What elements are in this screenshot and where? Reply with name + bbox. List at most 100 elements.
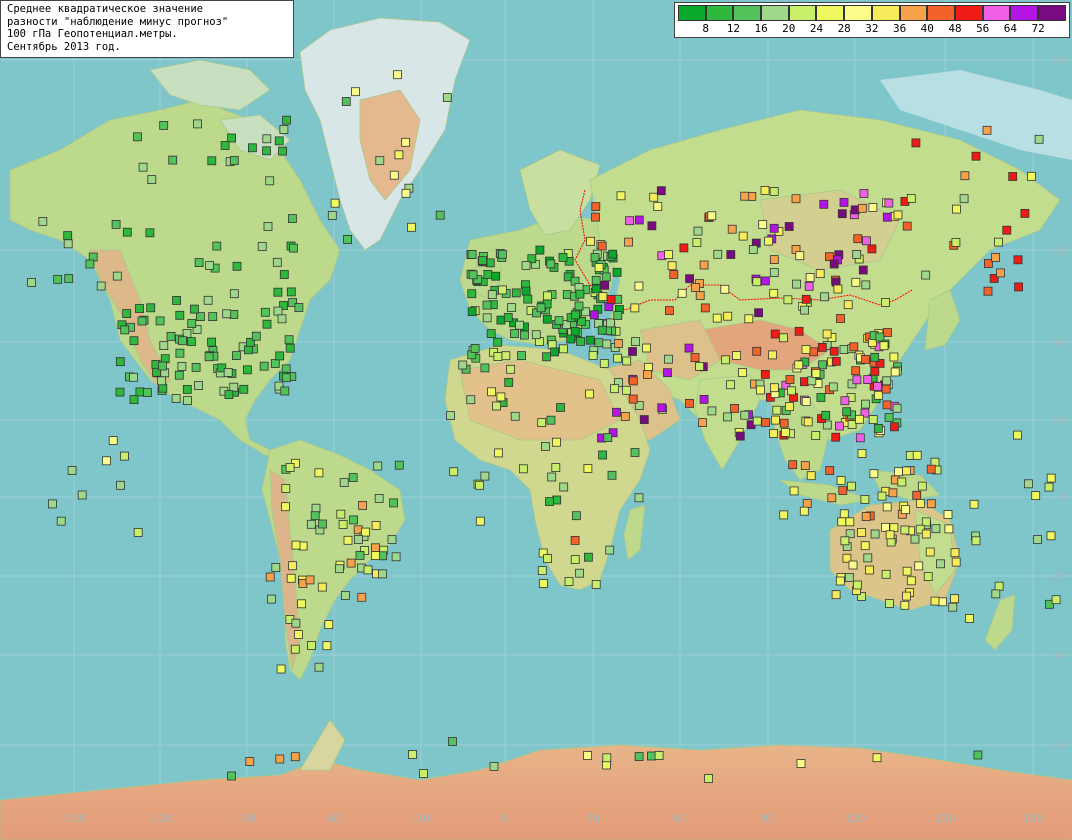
- station-marker: [819, 199, 829, 209]
- station-marker: [634, 215, 644, 225]
- station-marker: [227, 771, 237, 781]
- station-marker: [520, 330, 529, 340]
- station-marker: [182, 329, 192, 338]
- station-marker: [442, 93, 452, 102]
- station-marker: [485, 258, 495, 268]
- station-marker: [872, 753, 882, 763]
- station-marker: [278, 146, 288, 156]
- station-marker: [816, 393, 826, 402]
- lon-label: -150: [62, 812, 87, 825]
- station-marker: [938, 597, 947, 607]
- station-marker: [262, 146, 271, 156]
- station-marker: [242, 365, 252, 375]
- station-marker: [496, 392, 506, 402]
- station-marker: [785, 402, 794, 412]
- station-marker: [546, 415, 556, 425]
- station-marker: [848, 560, 858, 570]
- station-marker: [982, 125, 992, 135]
- station-marker: [138, 162, 148, 172]
- station-marker: [634, 281, 644, 291]
- station-marker: [888, 488, 898, 498]
- station-marker: [735, 431, 745, 441]
- station-marker: [277, 314, 287, 324]
- station-marker: [625, 216, 634, 226]
- title-line-4: Сентябрь 2013 год.: [7, 40, 121, 53]
- station-marker: [800, 305, 809, 315]
- station-marker: [157, 361, 167, 371]
- station-marker: [631, 337, 640, 347]
- station-marker: [493, 352, 503, 362]
- station-marker: [647, 221, 657, 231]
- station-marker: [116, 480, 125, 490]
- station-marker: [137, 316, 147, 326]
- station-marker: [212, 241, 222, 251]
- station-marker: [906, 193, 916, 203]
- station-marker: [85, 259, 95, 269]
- station-marker: [720, 284, 730, 294]
- legend-swatch: [788, 5, 817, 21]
- station-marker: [594, 263, 604, 272]
- station-marker: [845, 517, 855, 527]
- station-marker: [788, 460, 798, 470]
- station-marker: [971, 151, 981, 161]
- station-marker: [754, 308, 763, 318]
- station-marker: [591, 580, 601, 589]
- station-marker: [239, 384, 249, 394]
- station-marker: [825, 252, 834, 262]
- station-marker: [959, 194, 969, 204]
- madagascar: [623, 504, 646, 561]
- lat-label: -20: [1048, 570, 1066, 583]
- station-marker: [936, 559, 945, 569]
- station-marker: [585, 389, 594, 399]
- station-marker: [194, 258, 204, 268]
- station-marker: [843, 300, 853, 310]
- station-marker: [146, 303, 156, 313]
- station-marker: [613, 353, 622, 363]
- station-marker: [279, 270, 289, 279]
- station-marker: [801, 345, 811, 354]
- station-marker: [628, 347, 637, 356]
- station-marker: [1034, 134, 1044, 144]
- legend-swatch: [816, 5, 845, 21]
- station-marker: [371, 521, 381, 530]
- station-marker: [863, 553, 873, 563]
- station-marker: [849, 342, 859, 352]
- station-marker: [794, 360, 804, 370]
- station-marker: [178, 336, 188, 346]
- station-marker: [503, 313, 513, 322]
- station-marker: [159, 121, 169, 130]
- station-marker: [820, 292, 829, 302]
- legend-label: 8: [702, 22, 709, 35]
- station-marker: [738, 231, 748, 241]
- station-marker: [853, 234, 863, 244]
- station-marker: [336, 509, 346, 519]
- station-marker: [373, 461, 383, 471]
- station-marker: [800, 377, 809, 387]
- station-marker: [930, 596, 940, 606]
- station-marker: [764, 236, 773, 246]
- station-marker: [613, 311, 623, 320]
- station-marker: [498, 285, 507, 295]
- station-marker: [205, 261, 215, 270]
- station-marker: [559, 344, 568, 354]
- station-marker: [971, 536, 981, 546]
- station-marker: [752, 416, 762, 426]
- station-marker: [591, 284, 601, 294]
- station-marker: [355, 551, 365, 560]
- station-marker: [943, 510, 953, 520]
- station-marker: [517, 351, 526, 361]
- legend-swatch: [954, 5, 983, 21]
- station-marker: [783, 295, 793, 305]
- station-marker: [828, 382, 838, 392]
- station-marker: [535, 245, 545, 255]
- station-marker: [467, 307, 477, 317]
- station-marker: [207, 156, 217, 166]
- station-marker: [901, 505, 910, 515]
- station-marker: [829, 346, 839, 356]
- station-marker: [478, 256, 488, 266]
- station-marker: [835, 576, 845, 586]
- station-marker: [884, 198, 894, 208]
- station-marker: [186, 337, 196, 347]
- station-marker: [870, 352, 880, 362]
- station-marker: [605, 545, 615, 555]
